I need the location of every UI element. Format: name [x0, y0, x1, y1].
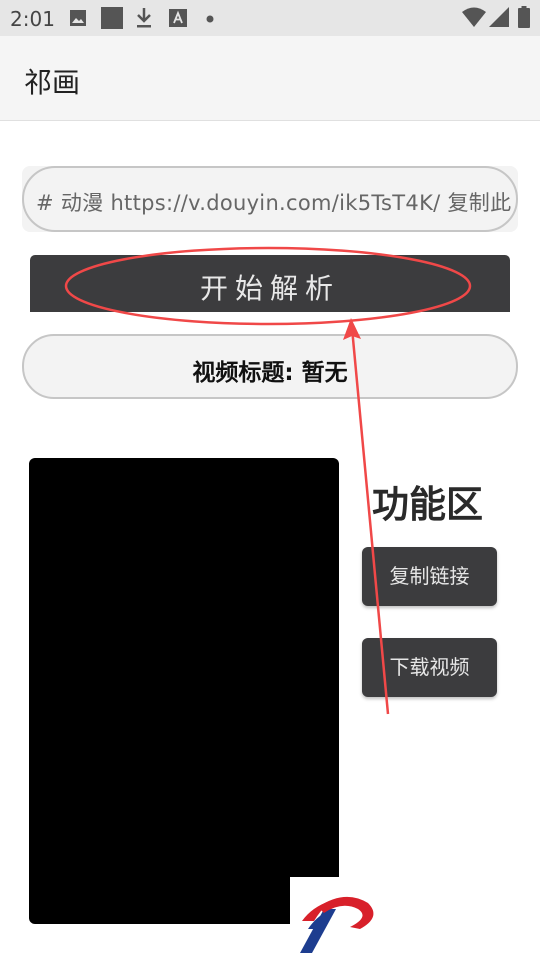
app-title: 祁画: [24, 66, 81, 99]
url-input[interactable]: # 动漫 https://v.douyin.com/ik5TsT4K/ 复制此: [22, 166, 518, 232]
video-title-text: 视频标题: 暂无: [192, 360, 348, 386]
square-icon: [101, 7, 123, 29]
text-a-icon: [169, 9, 187, 27]
start-parse-button[interactable]: 开始解析: [30, 255, 510, 312]
app-bar: 祁画: [0, 36, 540, 121]
download-video-button[interactable]: 下载视频: [362, 638, 497, 697]
url-input-container: # 动漫 https://v.douyin.com/ik5TsT4K/ 复制此: [22, 166, 518, 232]
url-input-value: # 动漫 https://v.douyin.com/ik5TsT4K/ 复制此: [36, 191, 512, 215]
image-icon: [70, 10, 86, 26]
copy-link-button[interactable]: 复制链接: [362, 547, 497, 606]
status-bar: 2:01: [0, 0, 540, 36]
wifi-icon: [462, 7, 486, 27]
video-title-box: 视频标题: 暂无: [22, 334, 518, 399]
logo-icon: [290, 877, 382, 957]
video-player[interactable]: [29, 458, 339, 924]
status-time: 2:01: [10, 7, 55, 31]
function-area-title: 功能区: [372, 483, 483, 526]
signal-icon: [489, 7, 509, 27]
battery-icon: [518, 6, 530, 28]
dot-icon: [206, 15, 214, 23]
download-icon: [137, 8, 151, 28]
